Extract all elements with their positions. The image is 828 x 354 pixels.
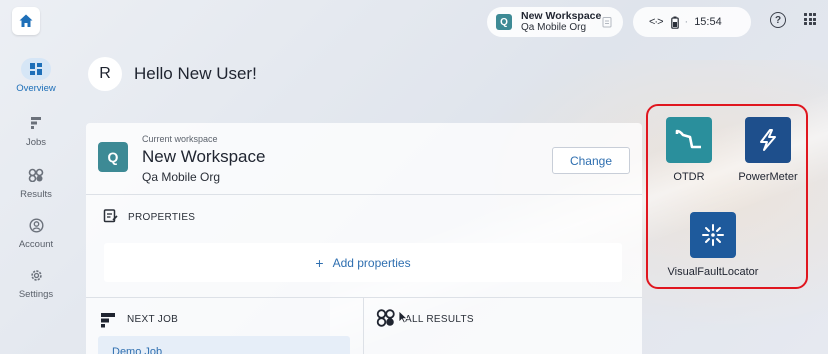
connection-arrows-icon: <·> (649, 16, 663, 28)
sidebar-item-label: Account (18, 239, 54, 250)
next-job-item[interactable]: Demo Job (98, 336, 350, 354)
add-properties-button[interactable]: + Add properties (104, 243, 622, 282)
all-results-heading[interactable]: ALL RESULTS (405, 314, 474, 325)
app-name: OTDR (673, 171, 705, 183)
app-name: VisualFaultLocator (667, 266, 759, 278)
workspace-name: New Workspace (521, 10, 602, 22)
clock: 15:54 (694, 16, 722, 28)
change-workspace-button[interactable]: Change (552, 147, 630, 174)
status-separator: · (684, 16, 689, 28)
app-tile (666, 117, 712, 163)
apps-grid-icon[interactable] (804, 13, 816, 25)
mouse-cursor-icon (398, 310, 408, 324)
sidebar-item-label: Jobs (25, 137, 47, 148)
user-avatar[interactable]: R (88, 57, 122, 91)
app-powermeter[interactable]: PowerMeter (736, 117, 800, 183)
sidebar-item-label: Overview (16, 83, 56, 94)
laser-burst-icon (702, 224, 724, 246)
workspace-org: Qa Mobile Org (521, 22, 587, 33)
workspace-avatar: Q (496, 14, 512, 30)
app-name: PowerMeter (738, 171, 798, 183)
app-tile (745, 117, 791, 163)
settings-gear-icon (21, 264, 51, 286)
clipboard-icon (602, 17, 612, 28)
workspace-card-avatar: Q (98, 142, 128, 172)
sidebar-item-results[interactable]: Results (0, 164, 72, 214)
greeting-text: Hello New User! (134, 64, 257, 83)
sidebar: Overview Jobs Results Account Settings (0, 58, 72, 314)
next-job-heading[interactable]: NEXT JOB (127, 314, 178, 325)
current-workspace-caption: Current workspace (142, 134, 218, 144)
sidebar-item-settings[interactable]: Settings (0, 264, 72, 314)
all-results-icon (376, 309, 395, 327)
sidebar-item-label: Settings (18, 289, 54, 300)
add-properties-label: Add properties (332, 255, 411, 270)
sidebar-item-account[interactable]: Account (0, 214, 72, 264)
help-circle-icon[interactable]: ? (770, 12, 786, 28)
device-status[interactable]: <·> · 15:54 (633, 7, 751, 37)
sidebar-item-jobs[interactable]: Jobs (0, 112, 72, 164)
otdr-trace-icon (675, 129, 701, 149)
next-job-icon (101, 313, 115, 328)
dashboard-icon (21, 58, 51, 80)
jobs-icon (21, 112, 51, 134)
sidebar-item-overview[interactable]: Overview (0, 58, 72, 112)
section-divider (363, 298, 364, 354)
workspace-card-org: Qa Mobile Org (142, 170, 221, 184)
card-divider (86, 297, 642, 298)
battery-icon (670, 16, 679, 29)
properties-heading: PROPERTIES (128, 212, 196, 223)
app-tile (690, 212, 736, 258)
workspace-switcher[interactable]: Q New Workspace Qa Mobile Org (487, 7, 623, 37)
next-job-title: Demo Job (112, 346, 163, 354)
app-otdr[interactable]: OTDR (665, 117, 713, 183)
sidebar-item-label: Results (20, 189, 52, 200)
account-icon (21, 214, 51, 236)
workspace-card-name: New Workspace (142, 147, 266, 166)
top-bar: Q New Workspace Qa Mobile Org <·> · 15:5… (0, 0, 828, 42)
lightning-icon (760, 129, 776, 151)
app-visualfaultlocator[interactable]: VisualFaultLocator (662, 212, 764, 278)
plus-icon: + (315, 254, 324, 271)
results-icon (21, 164, 51, 186)
home-icon (19, 14, 33, 27)
card-divider (86, 194, 642, 195)
properties-icon (103, 209, 118, 223)
home-button[interactable] (12, 7, 40, 35)
